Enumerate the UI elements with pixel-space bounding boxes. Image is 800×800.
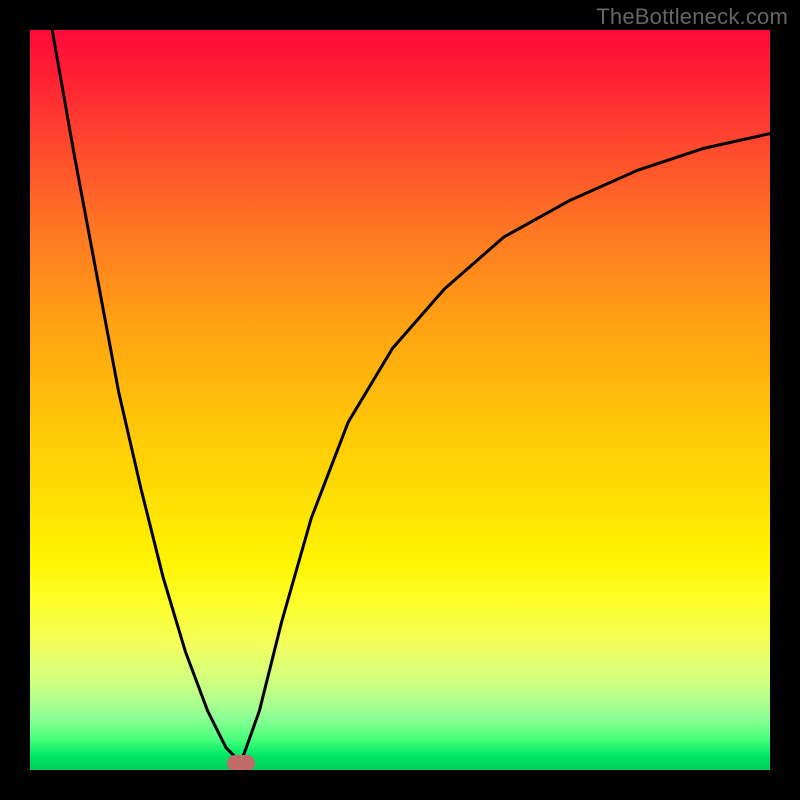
curve-path [52, 30, 770, 763]
chart-frame: TheBottleneck.com [0, 0, 800, 800]
plot-area [30, 30, 770, 770]
minimum-marker [227, 755, 255, 770]
curve-layer [30, 30, 770, 770]
watermark-text: TheBottleneck.com [596, 4, 788, 30]
